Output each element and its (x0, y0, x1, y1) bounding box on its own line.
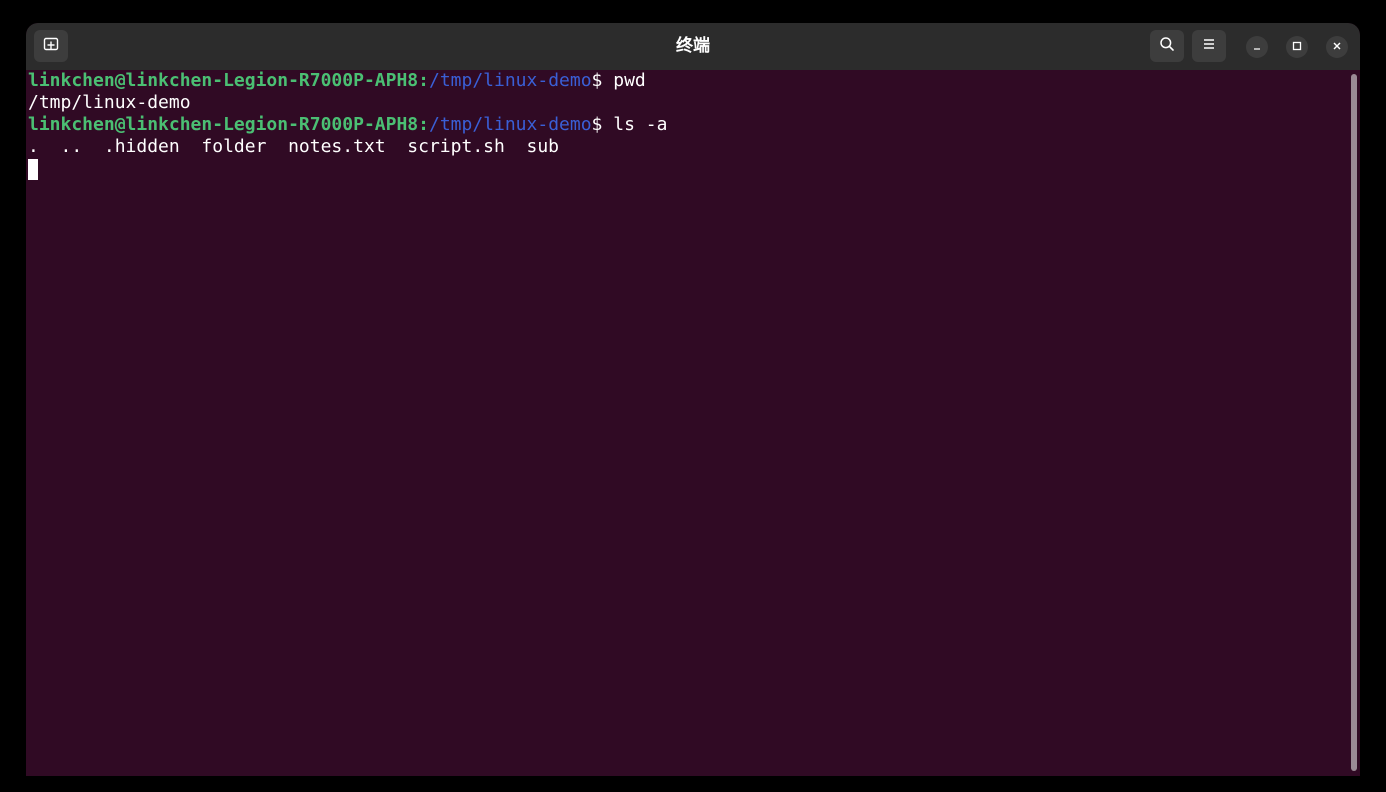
close-icon (1332, 38, 1342, 56)
text-cursor (28, 159, 38, 180)
vertical-scrollbar[interactable] (1351, 74, 1357, 771)
menu-button[interactable] (1192, 30, 1226, 62)
prompt-symbol: $ (591, 70, 614, 91)
terminal-output[interactable]: linkchen@linkchen-Legion-R7000P-APH8:/tm… (26, 70, 1350, 776)
prompt-symbol: $ (591, 114, 614, 135)
new-tab-button[interactable] (34, 30, 68, 62)
maximize-button[interactable] (1286, 36, 1308, 58)
command-text: ls -a (613, 114, 668, 135)
search-icon (1159, 36, 1175, 57)
output-line: . .. .hidden folder notes.txt script.sh … (28, 136, 560, 157)
terminal-window: 终端 linkchen@linkchen-Legion-R7000P-APH8:… (26, 23, 1360, 776)
prompt-separator: : (418, 114, 429, 135)
prompt-user: linkchen@linkchen-Legion-R7000P-APH8 (28, 114, 419, 135)
minimize-button[interactable] (1246, 36, 1268, 58)
maximize-icon (1292, 38, 1302, 56)
prompt-path: /tmp/linux-demo (428, 70, 592, 91)
hamburger-menu-icon (1202, 37, 1216, 56)
prompt-path: /tmp/linux-demo (428, 114, 592, 135)
prompt-separator: : (418, 70, 429, 91)
prompt-line: linkchen@linkchen-Legion-R7000P-APH8:/tm… (28, 114, 1350, 136)
search-button[interactable] (1150, 30, 1184, 62)
cursor-line (28, 158, 1350, 180)
prompt-line: linkchen@linkchen-Legion-R7000P-APH8:/tm… (28, 70, 1350, 92)
output-line: /tmp/linux-demo (28, 92, 191, 113)
command-text: pwd (613, 70, 646, 91)
minimize-icon (1252, 38, 1262, 56)
new-tab-icon (43, 36, 59, 57)
prompt-user: linkchen@linkchen-Legion-R7000P-APH8 (28, 70, 419, 91)
title-bar[interactable]: 终端 (26, 23, 1360, 70)
close-button[interactable] (1326, 36, 1348, 58)
